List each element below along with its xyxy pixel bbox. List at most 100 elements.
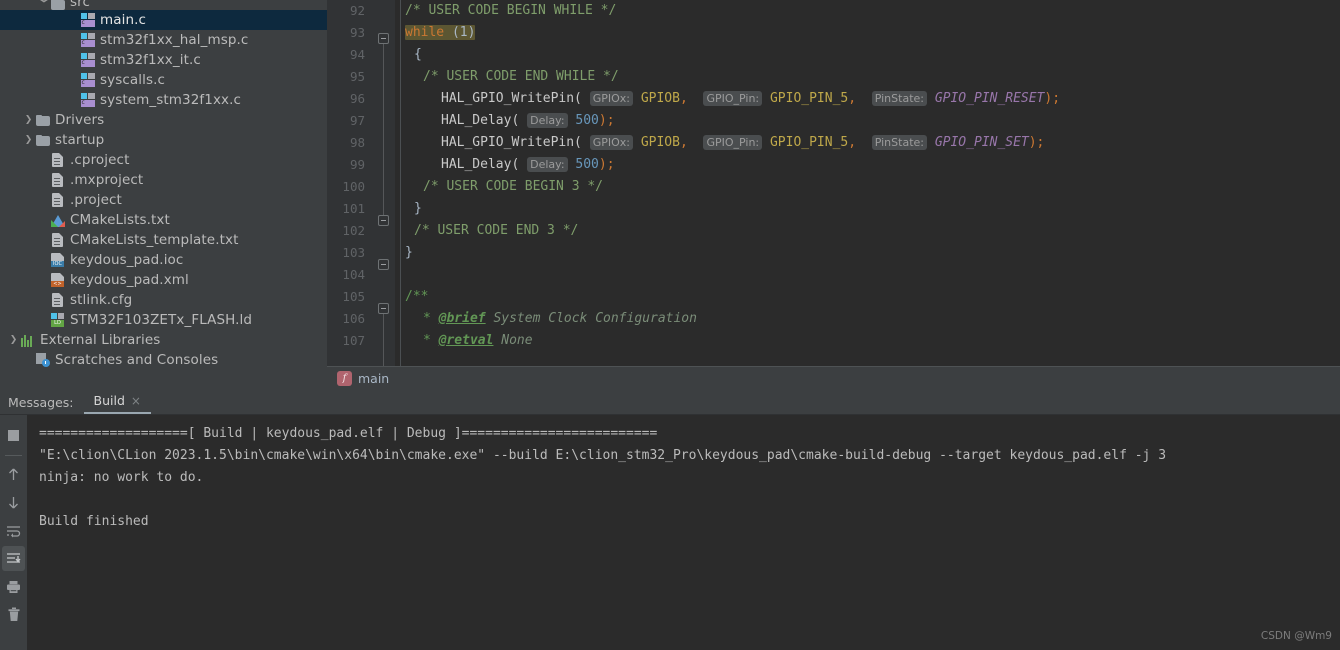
console-output-line: ===================[ Build | keydous_pad… <box>39 426 658 441</box>
line-number: 103 <box>342 245 365 260</box>
tree-item-label: CMakeLists.txt <box>70 212 170 228</box>
scroll-up-button[interactable] <box>2 462 25 487</box>
tree-item--cproject[interactable]: .cproject <box>0 150 327 170</box>
tree-item-startup[interactable]: ❯ startup <box>0 130 327 150</box>
line-number: 98 <box>349 135 365 150</box>
line-number: 104 <box>342 267 365 282</box>
hal-gpio-writepin-call: HAL_GPIO_WritePin( <box>441 135 582 150</box>
tree-item-label: keydous_pad.xml <box>70 272 189 288</box>
tree-item-label: Scratches and Consoles <box>55 352 219 368</box>
tree-item-external-libraries[interactable]: ❯ External Libraries <box>0 330 327 350</box>
tree-item-main-c[interactable]: c main.c <box>0 10 327 30</box>
tree-item-label: External Libraries <box>40 332 161 348</box>
tree-item-label: Drivers <box>55 112 105 128</box>
scroll-to-end-button[interactable] <box>2 546 25 571</box>
param-hint-gpio-pin: GPIO_Pin: <box>703 135 763 150</box>
line-number: 96 <box>349 91 365 106</box>
arg-gpiob: GPIOB <box>640 91 680 106</box>
editor-panel: 92 93 94 95 96 97 98 99 100 101 102 103 104 105 106 107… <box>327 0 1340 390</box>
line-number: 100 <box>342 179 365 194</box>
line-number: 92 <box>349 3 365 18</box>
chevron-right-icon[interactable]: ❯ <box>23 130 34 150</box>
code-line-102: /* USER CODE END 3 */ <box>405 220 1340 242</box>
tree-item-label: CMakeLists_template.txt <box>70 232 239 248</box>
param-hint-pinstate: PinState: <box>871 135 927 150</box>
tree-item-stm32f1xx-it-c[interactable]: c stm32f1xx_it.c <box>0 50 327 70</box>
tree-item-keydous-pad-ioc[interactable]: IOC keydous_pad.ioc <box>0 250 327 270</box>
scroll-down-button[interactable] <box>2 490 25 515</box>
code-line-93: while (1) <box>405 22 1340 44</box>
c-file-icon: c <box>79 73 96 87</box>
print-button[interactable] <box>2 574 25 599</box>
c-file-icon: c <box>79 53 96 67</box>
fold-marker-doc-comment[interactable] <box>378 303 389 314</box>
console-toolbar[interactable] <box>0 415 27 650</box>
fold-marker-close-brace[interactable] <box>378 215 389 226</box>
console-output-line: "E:\clion\CLion 2023.1.5\bin\cmake\win\x… <box>39 448 1167 463</box>
tree-item-keydous-pad-xml[interactable]: <> keydous_pad.xml <box>0 270 327 290</box>
build-tool-header: Messages: Build × <box>0 390 1340 415</box>
document-icon <box>49 233 66 247</box>
tree-item-stm32f103zetx-flash-ld[interactable]: LD STM32F103ZETx_FLASH.ld <box>0 310 327 330</box>
comment-text: /* USER CODE BEGIN WHILE */ <box>405 3 617 18</box>
fold-markers-column[interactable] <box>373 0 395 366</box>
param-hint-delay: Delay: <box>527 113 568 128</box>
build-output-text[interactable]: ===================[ Build | keydous_pad… <box>27 415 1340 650</box>
build-tool-window: Messages: Build × ===================[B… <box>0 390 1340 650</box>
tree-item-scratches-and-consoles[interactable]: Scratches and Consoles <box>0 350 327 370</box>
comment-text: /* USER CODE END WHILE */ <box>423 69 619 84</box>
tree-item-stlink-cfg[interactable]: stlink.cfg <box>0 290 327 310</box>
chevron-right-icon[interactable]: ❯ <box>23 110 34 130</box>
code-editor[interactable]: 92 93 94 95 96 97 98 99 100 101 102 103 104 105 106 107… <box>327 0 1340 366</box>
tree-item-cmakelists-txt[interactable]: CMakeLists.txt <box>0 210 327 230</box>
close-brace: } <box>414 201 422 216</box>
tab-build[interactable]: Build × <box>83 393 151 414</box>
tree-item--project[interactable]: .project <box>0 190 327 210</box>
clear-all-button[interactable] <box>2 602 25 627</box>
tree-item-src[interactable]: ❯src <box>0 0 327 10</box>
libraries-icon <box>19 334 36 347</box>
arg-gpio-pin-5: GPIO_PIN_5 <box>769 135 849 150</box>
tree-item-stm32f1xx-hal-msp-c[interactable]: c stm32f1xx_hal_msp.c <box>0 30 327 50</box>
tree-item-drivers[interactable]: ❯ Drivers <box>0 110 327 130</box>
tree-item-syscalls-c[interactable]: c syscalls.c <box>0 70 327 90</box>
statement-end: ); <box>598 113 615 128</box>
line-number-gutter: 92 93 94 95 96 97 98 99 100 101 102 103 104 105 106 107 <box>327 0 373 366</box>
statement-end: ); <box>1044 91 1061 106</box>
code-line-101: } <box>405 198 1340 220</box>
code-line-99: HAL_Delay( Delay: 500); <box>405 154 1340 176</box>
line-number: 106 <box>342 311 365 326</box>
folder-icon <box>34 134 51 146</box>
breadcrumb-label[interactable]: main <box>358 371 389 386</box>
while-keyword: while <box>405 25 445 40</box>
stop-button[interactable] <box>2 423 25 448</box>
tree-item-label: system_stm32f1xx.c <box>100 92 242 108</box>
tree-item-system-stm32f1xx-c[interactable]: c system_stm32f1xx.c <box>0 90 327 110</box>
tab-build-label: Build <box>93 393 125 408</box>
tree-item-cmakelists-template-txt[interactable]: CMakeLists_template.txt <box>0 230 327 250</box>
project-tree-panel[interactable]: ❯srccmain.ccstm32f1xx_hal_msp.ccstm32f1x… <box>0 0 327 390</box>
code-text-area[interactable]: /* USER CODE BEGIN WHILE */ while (1) { … <box>395 0 1340 366</box>
fold-marker-while[interactable] <box>378 33 389 44</box>
c-file-icon: c <box>79 13 96 27</box>
tree-item--mxproject[interactable]: .mxproject <box>0 170 327 190</box>
close-brace: } <box>405 245 413 260</box>
chevron-right-icon[interactable]: ❯ <box>8 330 19 350</box>
arg-delay-value: 500 <box>575 157 599 172</box>
soft-wrap-button[interactable] <box>2 518 25 543</box>
comment-text: /* USER CODE END 3 */ <box>414 223 579 238</box>
arg-delay-value: 500 <box>575 113 599 128</box>
hal-delay-call: HAL_Delay( <box>441 113 520 128</box>
close-icon[interactable]: × <box>131 394 141 408</box>
code-line-96: HAL_GPIO_WritePin( GPIOx: GPIOB, GPIO_Pi… <box>441 91 1061 106</box>
code-line-98: HAL_GPIO_WritePin( GPIOx: GPIOB, GPIO_Pi… <box>441 135 1045 150</box>
tree-item-label: keydous_pad.ioc <box>70 252 184 268</box>
tree-item-label: main.c <box>100 12 147 28</box>
fold-marker-function[interactable] <box>378 259 389 270</box>
tree-item-label: .mxproject <box>70 172 144 188</box>
param-hint-pinstate: PinState: <box>871 91 927 106</box>
tree-item-label: stm32f1xx_hal_msp.c <box>100 32 249 48</box>
breadcrumb[interactable]: f main <box>327 366 1340 390</box>
doc-tag-brief: @brief <box>438 311 486 326</box>
